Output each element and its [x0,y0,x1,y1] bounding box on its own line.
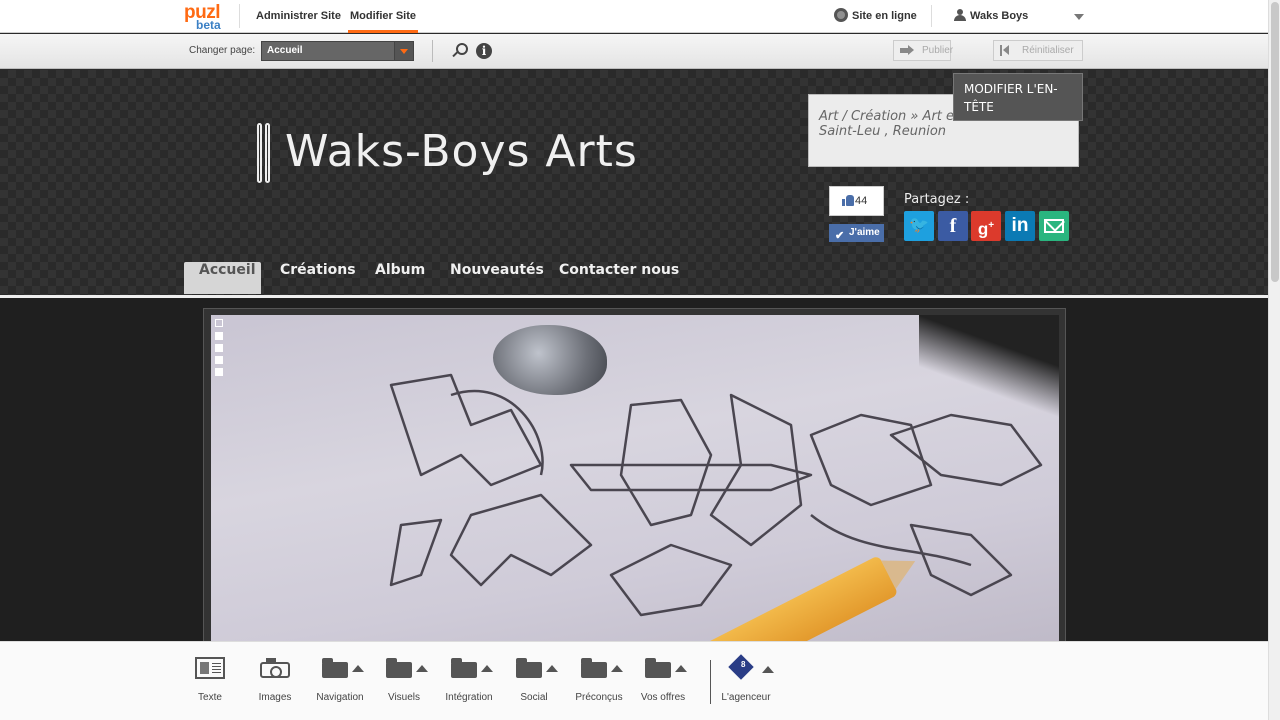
like-count-box: 44 [829,186,884,216]
site-header: Waks-Boys Arts Art / Création » Art et d… [0,70,1268,296]
agenceur-badge: 8 [741,660,746,669]
publish-button[interactable]: Publier [893,40,954,61]
divider [710,660,711,704]
menu-item-creations[interactable]: Créations [265,262,371,294]
scroll-thumb[interactable] [1271,2,1279,282]
edit-header-button[interactable]: Modifier l'en-tête [953,73,1083,121]
divider [432,40,433,62]
tool-images[interactable]: Images [243,642,307,720]
change-page-label: Changer page: [189,45,256,56]
widget-toolbar: Texte Images Navigation Visuels Intégrat… [0,641,1268,720]
user-menu[interactable]: Waks Boys [954,0,1086,33]
reset-button[interactable]: Réinitialiser [993,40,1083,61]
puzl-logo[interactable]: puzl beta [184,2,228,32]
folder-icon [516,658,558,678]
site-online-link[interactable]: Site en ligne [834,0,917,33]
dropdown-arrow-icon[interactable] [394,42,413,60]
site-online-label: Site en ligne [852,10,917,22]
text-block-icon [195,657,225,679]
tool-label: Intégration [445,692,493,703]
admin-topbar: puzl beta Administrer Site Modifier Site… [0,0,1268,33]
reset-icon [1000,45,1016,56]
page-select[interactable]: Accueil [261,41,414,61]
like-label: J'aime [849,227,880,238]
folder-icon [451,658,493,678]
page-select-value: Accueil [267,45,303,56]
tool-label: L'agenceur [721,692,771,703]
reset-label: Réinitialiser [1022,45,1074,56]
slider-dot-1[interactable] [215,319,223,327]
thumbs-up-icon [842,195,854,206]
chevron-down-icon[interactable] [1074,14,1084,20]
check-icon: ✔ [835,230,845,242]
site-location: Saint-Leu , Reunion [819,124,947,139]
user-icon [954,9,966,21]
tool-preconcus[interactable]: Préconçus [567,642,631,720]
folder-icon [645,658,687,678]
publish-label: Publier [922,45,954,56]
folder-icon [322,658,364,678]
like-count: 44 [855,195,868,207]
tool-label: Texte [198,692,222,703]
share-label: Partagez : [904,192,970,207]
site-title: Waks-Boys Arts [285,126,638,177]
logo-subtext: beta [196,18,221,32]
page-toolbar: Changer page: Accueil i Publier Réinitia… [0,34,1268,69]
tool-label: Vos offres [640,692,686,703]
tool-label: Navigation [316,692,364,703]
image-slider[interactable] [203,308,1066,648]
menu-item-nouveautes[interactable]: Nouveautés [435,262,559,294]
tool-label: Préconçus [575,692,623,703]
search-icon[interactable] [451,43,468,59]
globe-icon [834,8,848,22]
logo-mark-icon [257,123,275,183]
menu-item-contact[interactable]: Contacter nous [544,262,694,294]
info-icon[interactable]: i [476,43,492,59]
user-name: Waks Boys [970,10,1029,22]
slider-dot-5[interactable] [215,368,223,376]
menu-item-accueil[interactable]: Accueil [184,262,261,294]
nav-administrer-site[interactable]: Administrer Site [256,0,341,33]
menu-item-album[interactable]: Album [360,262,440,294]
like-button[interactable]: ✔ J'aime [829,224,884,242]
camera-icon [260,658,290,678]
twitter-icon[interactable]: 🐦 [904,211,934,241]
nav-modifier-site[interactable]: Modifier Site [348,0,419,33]
linkedin-icon[interactable]: in [1005,211,1035,241]
tool-social[interactable]: Social [502,642,566,720]
slider-dot-2[interactable] [215,332,223,340]
google-plus-icon[interactable]: g+ [971,211,1001,241]
tool-label: Social [520,692,548,703]
page-scrollbar[interactable] [1268,0,1280,720]
slider-dot-4[interactable] [215,356,223,364]
tool-navigation[interactable]: Navigation [308,642,372,720]
tool-visuels[interactable]: Visuels [372,642,436,720]
slider-dot-3[interactable] [215,344,223,352]
publish-icon [900,45,916,56]
tool-label: Images [258,692,292,703]
tool-integration[interactable]: Intégration [437,642,501,720]
divider [931,5,932,27]
divider [239,4,240,28]
caret-up-icon [762,666,774,673]
folder-icon [386,658,428,678]
tool-vos-offres[interactable]: Vos offres [631,642,695,720]
tool-texte[interactable]: Texte [178,642,242,720]
tool-agenceur[interactable]: L'agenceur [714,642,778,720]
slide-image-graffiti-sketch [211,315,1059,645]
facebook-icon[interactable]: f [938,211,968,241]
tool-label: Visuels [387,692,421,703]
folder-icon [581,658,623,678]
email-icon[interactable] [1039,211,1069,241]
main-content [0,298,1268,648]
